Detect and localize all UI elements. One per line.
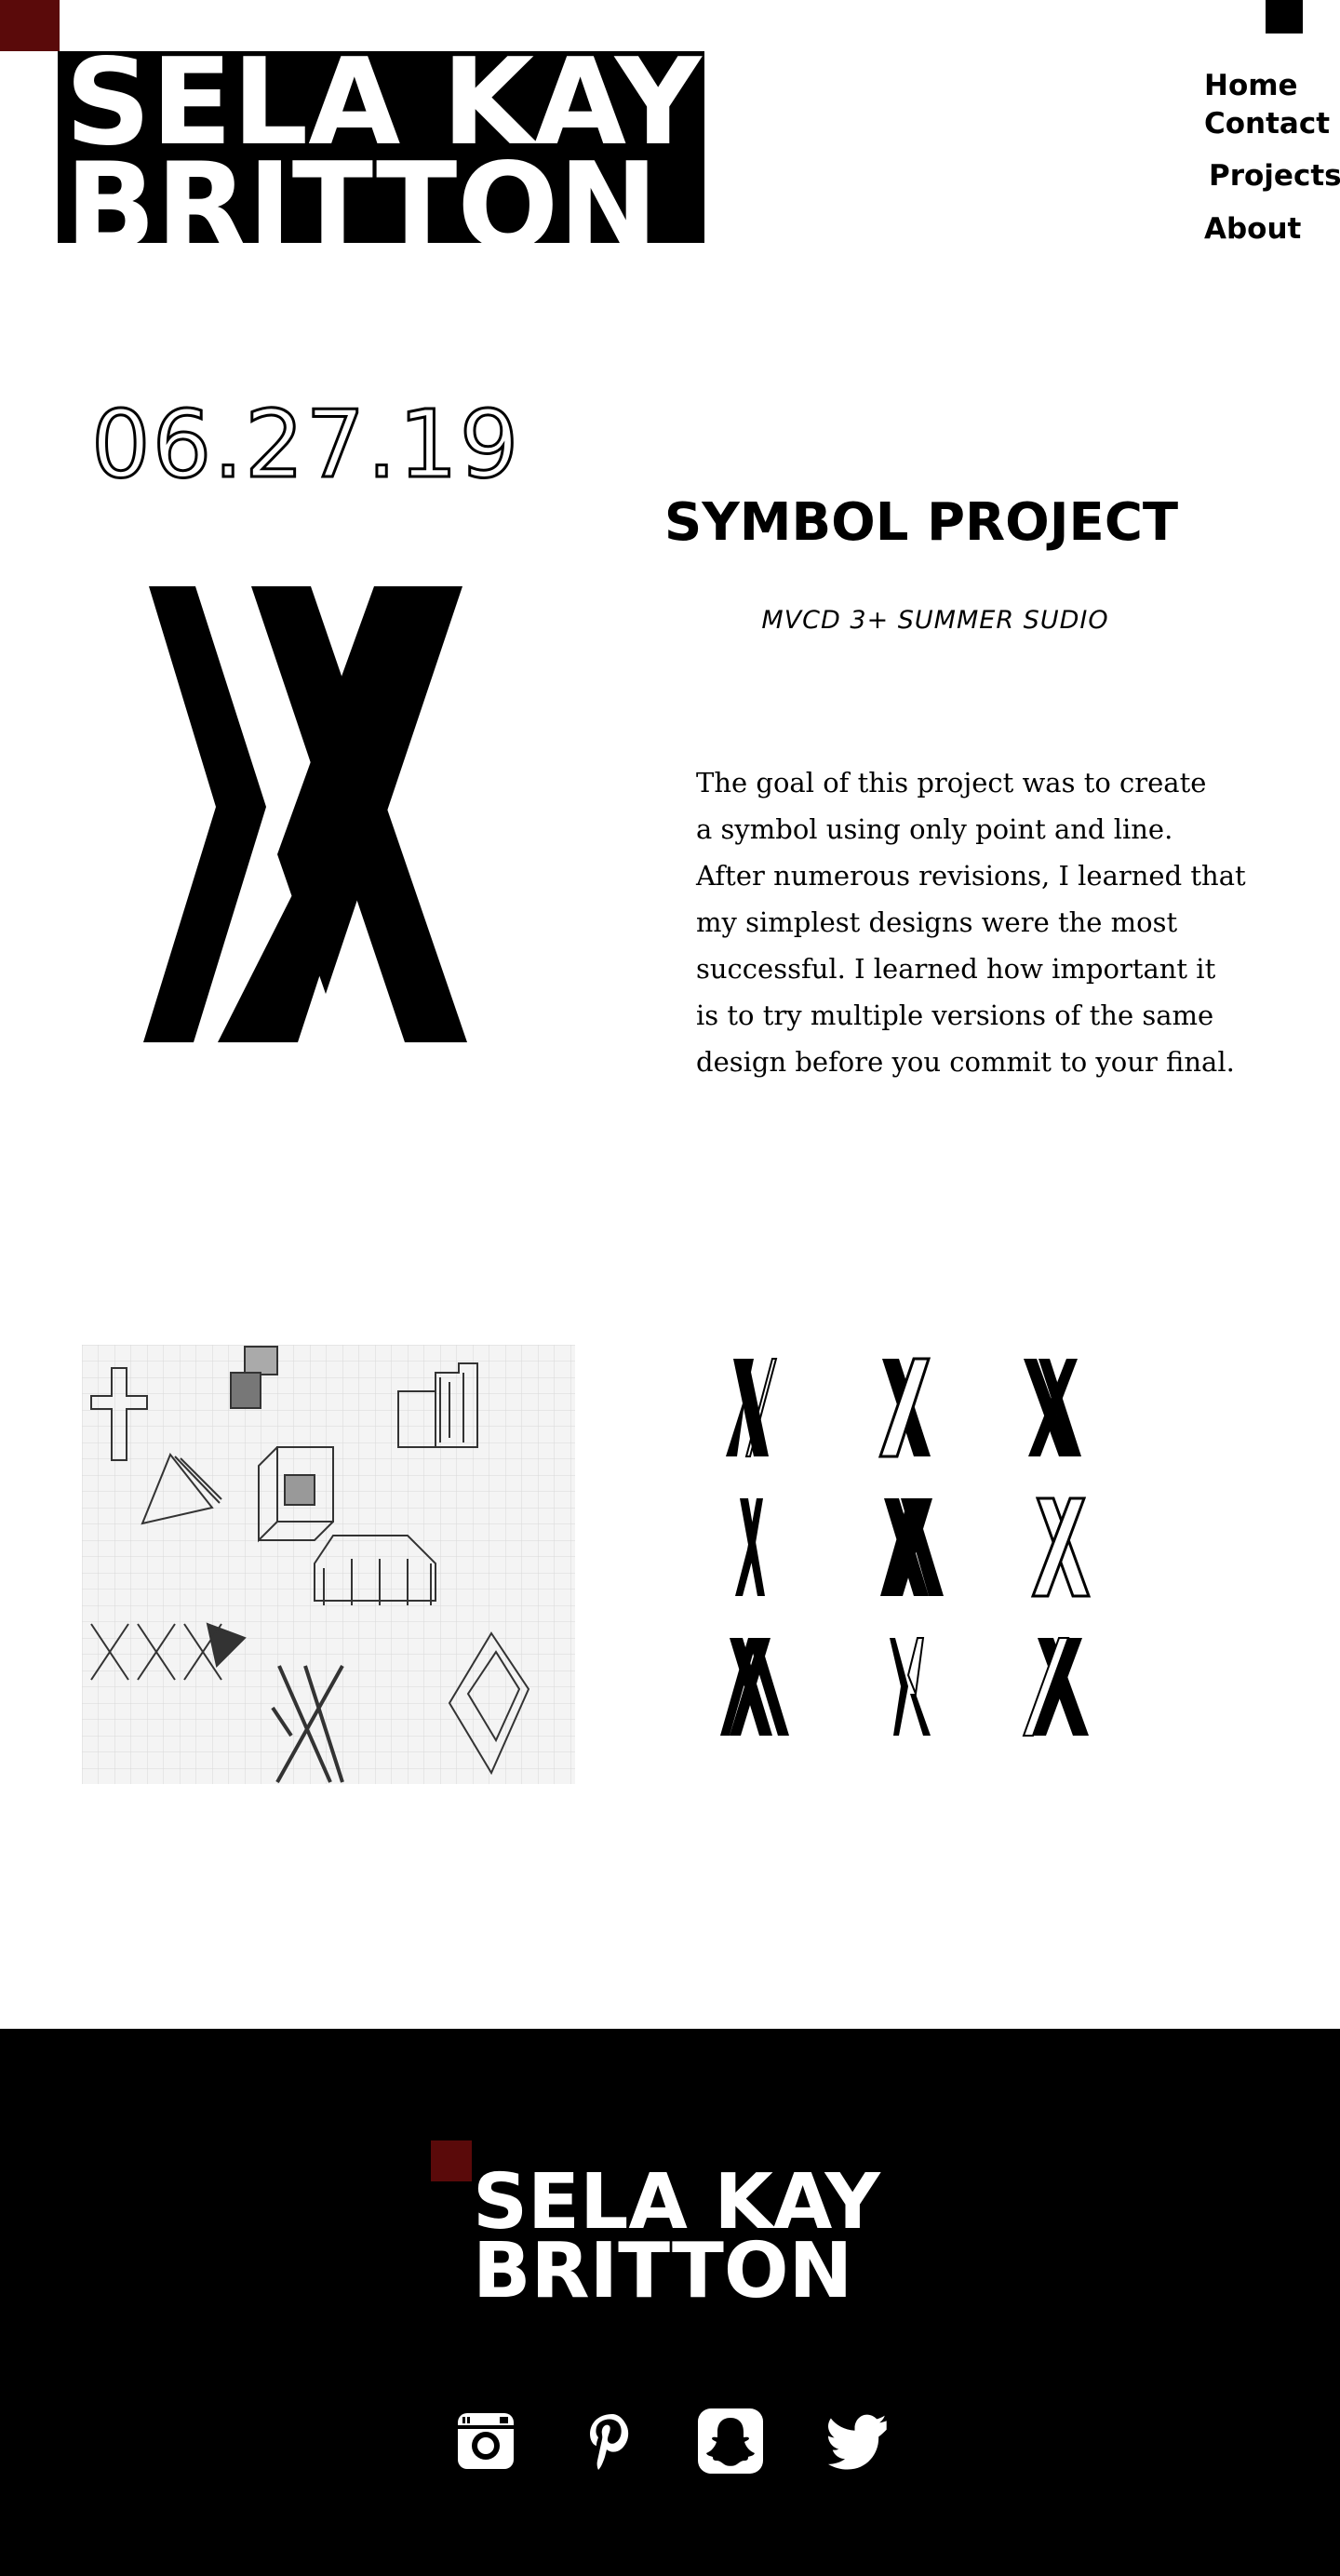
pinterest-icon[interactable]: [579, 2408, 644, 2474]
variation-3: [1024, 1359, 1081, 1456]
variation-1: [726, 1358, 778, 1457]
variation-9: [1022, 1637, 1089, 1737]
nav-about[interactable]: About: [1204, 212, 1301, 246]
final-symbol-image: [143, 586, 467, 1042]
variation-4: [735, 1498, 765, 1596]
footer-logo-line-2: BRITTON: [473, 2227, 853, 2315]
description-line: After numerous revisions, I learned that: [696, 860, 1246, 892]
description-line: The goal of this project was to create: [696, 767, 1207, 798]
date-text: 06.27.19: [91, 391, 519, 493]
logo-line-2: BRITTON: [65, 138, 659, 244]
accent-square: [0, 0, 60, 51]
variation-7: [720, 1638, 789, 1736]
symbol-left-chevron: [143, 586, 266, 1042]
description-line: design before you commit to your final.: [696, 1046, 1235, 1078]
description-line: my simplest designs were the most: [696, 906, 1178, 938]
description-line: a symbol using only point and line.: [696, 813, 1173, 845]
variation-8: [890, 1637, 931, 1736]
project-description: The goal of this project was to create a…: [696, 759, 1254, 1085]
footer-logo[interactable]: SELA KAY BRITTON: [473, 2165, 880, 2315]
description-line: is to try multiple versions of the same: [696, 1000, 1214, 1031]
variation-2: [878, 1357, 931, 1458]
nav-home[interactable]: Home: [1204, 69, 1298, 102]
project-date: 06.27.19: [91, 391, 519, 493]
description-line: successful. I learned how important it: [696, 953, 1216, 985]
corner-square: [1266, 0, 1303, 34]
twitter-icon[interactable]: [826, 2408, 891, 2474]
nav-projects[interactable]: Projects: [1209, 159, 1340, 193]
footer-accent-square: [431, 2140, 472, 2181]
project-subtitle: MVCD 3+ SUMMER SUDIO: [761, 606, 1109, 635]
site-logo[interactable]: SELA KAY BRITTON: [58, 51, 704, 243]
sketch-grid-image: [82, 1345, 575, 1784]
page-title: SYMBOL PROJECT: [663, 492, 1179, 553]
snapchat-icon[interactable]: [698, 2408, 763, 2474]
variation-5: [880, 1498, 944, 1596]
variation-6: [1030, 1496, 1092, 1598]
instagram-icon[interactable]: [453, 2408, 518, 2474]
nav-contact[interactable]: Contact: [1204, 107, 1330, 141]
symbol-variations-image: [720, 1357, 1092, 1737]
